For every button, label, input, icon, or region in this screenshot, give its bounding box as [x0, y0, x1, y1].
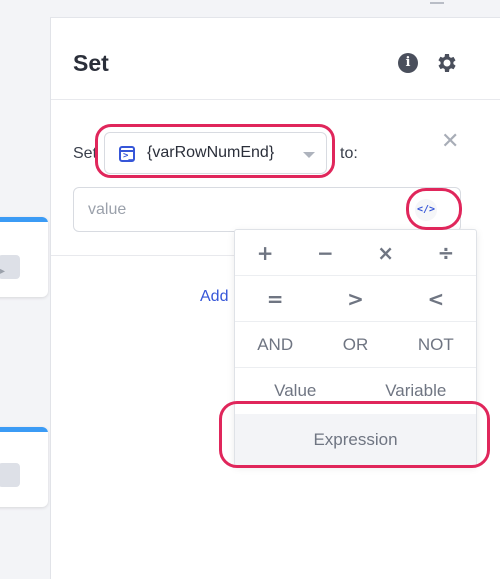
info-icon[interactable]: i [398, 53, 418, 73]
connector-arrow-icon: ▸ [0, 266, 6, 277]
divide-operator[interactable]: ÷ [416, 230, 476, 275]
gear-icon[interactable] [435, 51, 459, 75]
flow-node[interactable] [0, 217, 48, 297]
flow-canvas[interactable]: ▸ [0, 0, 50, 579]
node-top-bar [0, 427, 48, 432]
logical-operators-row: AND OR NOT [235, 322, 476, 368]
or-operator[interactable]: OR [315, 322, 395, 367]
minus-operator[interactable]: − [295, 230, 355, 275]
divider [51, 255, 237, 256]
to-label: to: [340, 145, 358, 162]
panel-header: Set i [51, 18, 500, 100]
panel-title: Set [73, 50, 109, 76]
not-operator[interactable]: NOT [396, 322, 476, 367]
multiply-operator[interactable]: × [356, 230, 416, 275]
and-operator[interactable]: AND [235, 322, 315, 367]
close-icon[interactable]: ✕ [441, 128, 459, 154]
flow-node[interactable] [0, 427, 48, 507]
highlight-variable-select [95, 124, 335, 178]
less-than-operator[interactable]: < [396, 276, 476, 321]
greater-than-operator[interactable]: > [315, 276, 395, 321]
comparison-operators-row: = > < [235, 276, 476, 322]
add-link[interactable]: Add [200, 288, 228, 306]
arithmetic-operators-row: + − × ÷ [235, 230, 476, 276]
highlight-code-button [406, 188, 462, 230]
top-bar [0, 0, 500, 18]
plus-operator[interactable]: + [235, 230, 295, 275]
top-bar-mark [430, 0, 444, 4]
equals-operator[interactable]: = [235, 276, 315, 321]
set-label: Set [73, 145, 98, 162]
value-input[interactable] [73, 187, 461, 232]
highlight-expression-option [219, 401, 490, 468]
node-top-bar [0, 217, 48, 222]
node-chip [0, 463, 20, 487]
